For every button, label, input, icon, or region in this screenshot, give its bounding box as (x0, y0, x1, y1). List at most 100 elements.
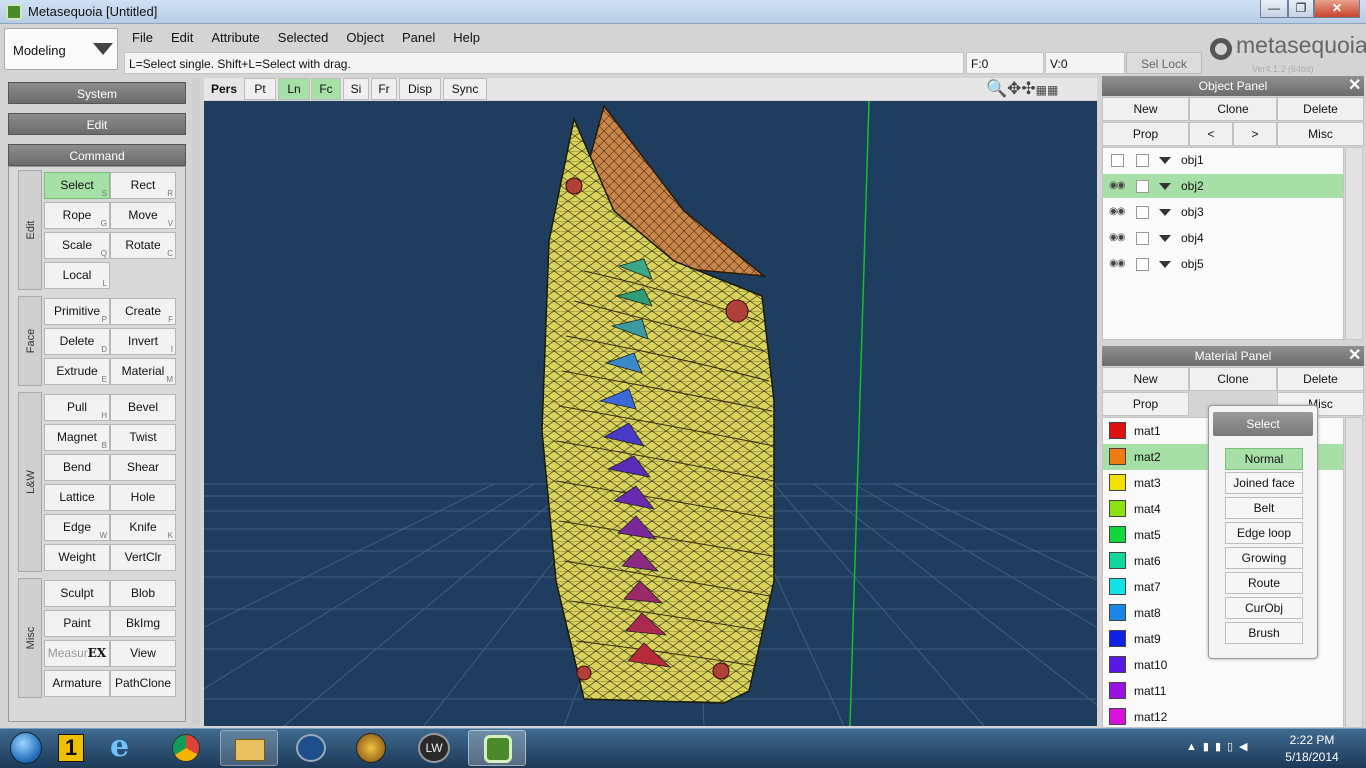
clock-time[interactable]: 2:22 PM (1282, 733, 1342, 747)
lightwave-icon[interactable]: LW (418, 733, 450, 763)
rect-button[interactable]: Rect R (110, 172, 176, 199)
material-row[interactable]: mat12 (1103, 704, 1343, 730)
material-color-swatch[interactable] (1109, 682, 1126, 699)
select-brush-button[interactable]: Brush (1225, 622, 1303, 644)
object-prop-button[interactable]: Prop (1102, 122, 1189, 146)
left-panel-scrollbar[interactable] (192, 78, 200, 724)
explorer-taskbar-button[interactable] (220, 730, 278, 766)
eye-icon[interactable]: ◉◉ (1109, 206, 1125, 217)
menu-help[interactable]: Help (443, 26, 488, 45)
pull-button[interactable]: Pull H (44, 394, 110, 421)
create-button[interactable]: Create F (110, 298, 176, 325)
material-button[interactable]: Material M (110, 358, 176, 385)
view-fc-button[interactable]: Fc (311, 78, 341, 100)
object-row[interactable]: ◉◉ obj2 (1103, 174, 1343, 198)
app-1-icon[interactable]: 1 (58, 734, 84, 762)
lock-checkbox[interactable] (1136, 154, 1149, 167)
material-color-swatch[interactable] (1109, 448, 1126, 465)
pathclone-button[interactable]: PathClone (110, 670, 176, 697)
object-misc-button[interactable]: Misc (1277, 122, 1364, 146)
knife-button[interactable]: Knife K (110, 514, 176, 541)
material-color-swatch[interactable] (1109, 604, 1126, 621)
menu-panel[interactable]: Panel (392, 26, 443, 45)
material-color-swatch[interactable] (1109, 422, 1126, 439)
pan-icon[interactable]: ✥ (1007, 79, 1021, 98)
extrude-button[interactable]: Extrude E (44, 358, 110, 385)
paint-button[interactable]: Paint (44, 610, 110, 637)
lock-checkbox[interactable] (1136, 206, 1149, 219)
material-color-swatch[interactable] (1109, 578, 1126, 595)
clock-date[interactable]: 5/18/2014 (1282, 750, 1342, 764)
maximize-button[interactable]: ❐ (1288, 0, 1314, 18)
rotate-view-icon[interactable]: ✣ (1021, 79, 1035, 98)
expand-icon[interactable] (1159, 261, 1171, 268)
hole-button[interactable]: Hole (110, 484, 176, 511)
lock-checkbox[interactable] (1136, 258, 1149, 271)
local-button[interactable]: Local L (44, 262, 110, 289)
system-panel-header[interactable]: System (8, 82, 186, 104)
expand-icon[interactable] (1159, 235, 1171, 242)
bevel-button[interactable]: Bevel (110, 394, 176, 421)
view-sync-button[interactable]: Sync (443, 78, 487, 100)
select-button[interactable]: Select S (44, 172, 110, 199)
expand-icon[interactable] (1159, 183, 1171, 190)
ie-icon[interactable]: e (110, 732, 140, 764)
bkimg-button[interactable]: BkImg (110, 610, 176, 637)
object-prev-button[interactable]: < (1189, 122, 1233, 146)
menu-attribute[interactable]: Attribute (201, 26, 267, 45)
chrome-icon[interactable] (172, 734, 200, 762)
lattice-button[interactable]: Lattice (44, 484, 110, 511)
material-clone-button[interactable]: Clone (1189, 367, 1277, 391)
view-button[interactable]: View (110, 640, 176, 667)
sculpt-button[interactable]: Sculpt (44, 580, 110, 607)
lock-checkbox[interactable] (1136, 232, 1149, 245)
material-list-scrollbar[interactable] (1345, 417, 1363, 728)
sel-lock-button[interactable]: Sel Lock (1126, 52, 1202, 74)
view-pt-button[interactable]: Pt (244, 78, 276, 100)
expand-icon[interactable] (1159, 157, 1171, 164)
object-new-button[interactable]: New (1102, 97, 1189, 121)
view-si-button[interactable]: Si (343, 78, 369, 100)
twist-button[interactable]: Twist (110, 424, 176, 451)
metasequoia-taskbar-button[interactable] (468, 730, 526, 766)
material-delete-button[interactable]: Delete (1277, 367, 1364, 391)
tray-icons[interactable]: ▲▮▮▯◀ (1186, 740, 1254, 753)
blob-button[interactable]: Blob (110, 580, 176, 607)
edit-panel-header[interactable]: Edit (8, 113, 186, 135)
eye-icon[interactable]: ◉◉ (1109, 232, 1125, 243)
3d-viewport[interactable] (204, 101, 1097, 726)
object-row[interactable]: ◉◉ obj3 (1103, 200, 1343, 224)
menu-edit[interactable]: Edit (161, 26, 201, 45)
view-fr-button[interactable]: Fr (371, 78, 397, 100)
zoom-icon[interactable]: 🔍 (986, 79, 1007, 98)
select-growing-button[interactable]: Growing (1225, 547, 1303, 569)
expand-icon[interactable] (1159, 209, 1171, 216)
select-edge-loop-button[interactable]: Edge loop (1225, 522, 1303, 544)
measure-button[interactable]: MeasurEX (44, 640, 110, 667)
material-color-swatch[interactable] (1109, 630, 1126, 647)
view-pers-button[interactable]: Pers (206, 78, 242, 100)
bend-button[interactable]: Bend (44, 454, 110, 481)
select-joined-face-button[interactable]: Joined face (1225, 472, 1303, 494)
move-button[interactable]: Move V (110, 202, 176, 229)
material-color-swatch[interactable] (1109, 500, 1126, 517)
wow-icon[interactable] (356, 733, 386, 763)
material-color-swatch[interactable] (1109, 526, 1126, 543)
vertclr-button[interactable]: VertClr (110, 544, 176, 571)
armature-button[interactable]: Armature (44, 670, 110, 697)
mode-dropdown[interactable]: Modeling (4, 28, 118, 70)
invert-button[interactable]: Invert I (110, 328, 176, 355)
select-route-button[interactable]: Route (1225, 572, 1303, 594)
weight-button[interactable]: Weight (44, 544, 110, 571)
eye-icon[interactable]: ◉◉ (1109, 258, 1125, 269)
material-panel-close-icon[interactable]: ✕ (1348, 346, 1361, 366)
start-button[interactable] (10, 732, 42, 764)
visibility-checkbox[interactable] (1111, 154, 1124, 167)
magnet-button[interactable]: Magnet B (44, 424, 110, 451)
eye-icon[interactable]: ◉◉ (1109, 180, 1125, 191)
object-row[interactable]: ◉◉ obj4 (1103, 226, 1343, 250)
edge-button[interactable]: Edge W (44, 514, 110, 541)
material-row[interactable]: mat11 (1103, 678, 1343, 704)
scale-button[interactable]: Scale Q (44, 232, 110, 259)
menu-selected[interactable]: Selected (268, 26, 337, 45)
